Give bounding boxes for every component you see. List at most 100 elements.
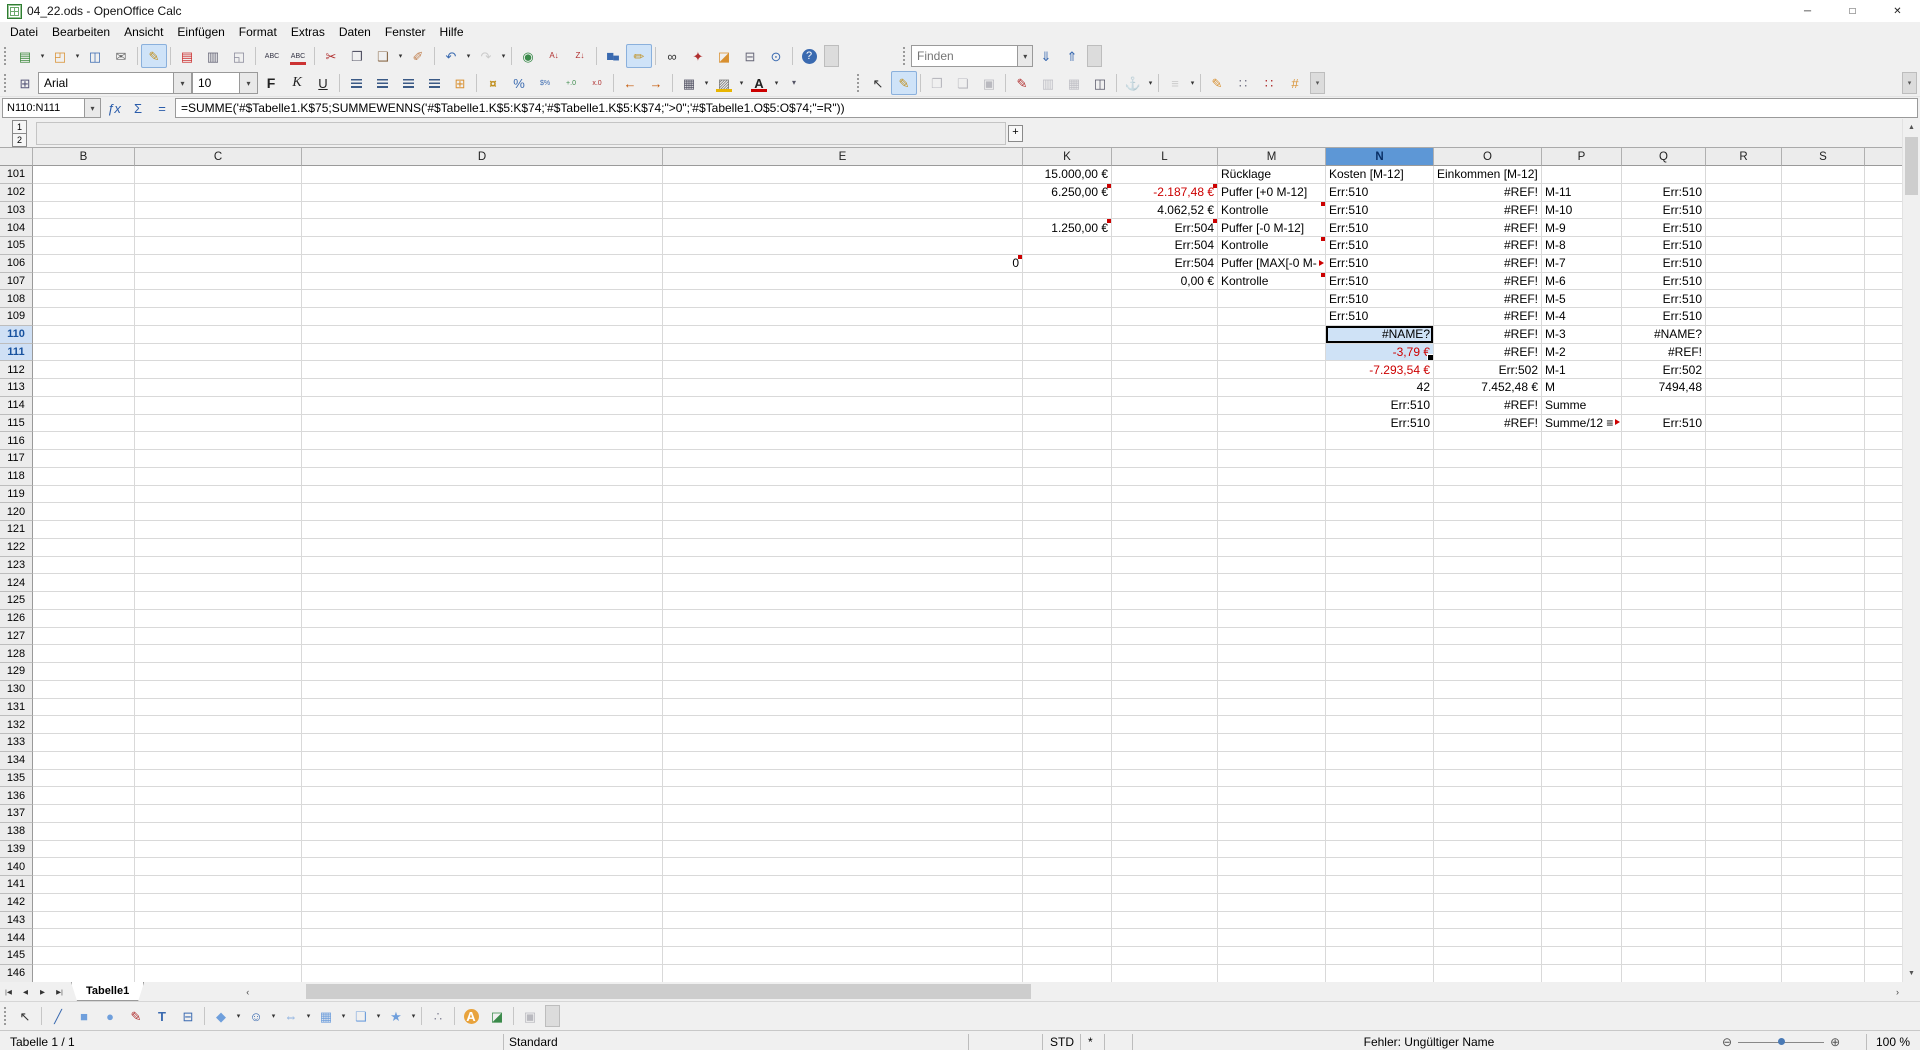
cell-O135[interactable]: [1434, 770, 1542, 788]
font-name-dropdown-icon[interactable]: ▾: [173, 73, 191, 93]
cell-N125[interactable]: [1326, 592, 1434, 610]
cell-Q141[interactable]: [1622, 876, 1706, 894]
cell-S142[interactable]: [1782, 894, 1865, 912]
align-center-button[interactable]: [369, 71, 395, 95]
cell-E129[interactable]: [663, 663, 1023, 681]
cell-P119[interactable]: [1542, 486, 1622, 504]
row-header-139[interactable]: 139: [0, 841, 33, 859]
text-button[interactable]: T: [149, 1004, 175, 1028]
cell-L142[interactable]: [1112, 894, 1218, 912]
cell-B114[interactable]: [33, 397, 135, 415]
cell-T138[interactable]: [1865, 823, 1903, 841]
snap-to-grid-button[interactable]: ∷: [1256, 71, 1282, 95]
cell-P135[interactable]: [1542, 770, 1622, 788]
cell-Q114[interactable]: [1622, 397, 1706, 415]
data-sources-button[interactable]: ⊟: [737, 44, 763, 68]
cell-N104[interactable]: Err:510: [1326, 219, 1434, 237]
cell-T130[interactable]: [1865, 681, 1903, 699]
cell-E111[interactable]: [663, 344, 1023, 362]
cell-E132[interactable]: [663, 716, 1023, 734]
cell-M143[interactable]: [1218, 912, 1326, 930]
toolbar-overflow-button[interactable]: [824, 45, 839, 67]
cell-Q104[interactable]: Err:510: [1622, 219, 1706, 237]
row-header-135[interactable]: 135: [0, 770, 33, 788]
row-header-134[interactable]: 134: [0, 752, 33, 770]
cell-N117[interactable]: [1326, 450, 1434, 468]
cell-D139[interactable]: [302, 841, 663, 859]
cell-P102[interactable]: M-11: [1542, 184, 1622, 202]
cell-E117[interactable]: [663, 450, 1023, 468]
cell-S145[interactable]: [1782, 947, 1865, 965]
cell-T133[interactable]: [1865, 734, 1903, 752]
cell-K129[interactable]: [1023, 663, 1112, 681]
cell-K141[interactable]: [1023, 876, 1112, 894]
cell-N127[interactable]: [1326, 628, 1434, 646]
cell-P134[interactable]: [1542, 752, 1622, 770]
row-header-115[interactable]: 115: [0, 415, 33, 433]
cell-T140[interactable]: [1865, 858, 1903, 876]
cell-S101[interactable]: [1782, 166, 1865, 184]
align-objects-dropdown-icon[interactable]: ▾: [1188, 79, 1197, 87]
cell-Q130[interactable]: [1622, 681, 1706, 699]
cell-T108[interactable]: [1865, 290, 1903, 308]
cell-Q118[interactable]: [1622, 468, 1706, 486]
cell-M136[interactable]: [1218, 787, 1326, 805]
cell-B134[interactable]: [33, 752, 135, 770]
row-header-144[interactable]: 144: [0, 929, 33, 947]
cell-D138[interactable]: [302, 823, 663, 841]
cell-R103[interactable]: [1706, 202, 1782, 220]
cell-C110[interactable]: [135, 326, 302, 344]
zoom-slider-thumb[interactable]: [1778, 1038, 1785, 1045]
cell-P145[interactable]: [1542, 947, 1622, 965]
cell-E119[interactable]: [663, 486, 1023, 504]
next-sheet-button[interactable]: ▶: [34, 983, 51, 1000]
row-header-140[interactable]: 140: [0, 858, 33, 876]
cell-M110[interactable]: [1218, 326, 1326, 344]
cell-Q138[interactable]: [1622, 823, 1706, 841]
cell-O146[interactable]: [1434, 965, 1542, 982]
cell-D146[interactable]: [302, 965, 663, 982]
cell-E102[interactable]: [663, 184, 1023, 202]
cell-P146[interactable]: [1542, 965, 1622, 982]
cell-P137[interactable]: [1542, 805, 1622, 823]
cell-C107[interactable]: [135, 273, 302, 291]
cell-Q128[interactable]: [1622, 645, 1706, 663]
cell-T121[interactable]: [1865, 521, 1903, 539]
cell-B101[interactable]: [33, 166, 135, 184]
cell-Q121[interactable]: [1622, 521, 1706, 539]
scroll-down-icon[interactable]: ▼: [1903, 965, 1920, 982]
cell-P101[interactable]: [1542, 166, 1622, 184]
cell-N111[interactable]: -3,79 €: [1326, 344, 1434, 362]
cell-E131[interactable]: [663, 699, 1023, 717]
cell-M119[interactable]: [1218, 486, 1326, 504]
cell-D122[interactable]: [302, 539, 663, 557]
cell-S107[interactable]: [1782, 273, 1865, 291]
cell-S144[interactable]: [1782, 929, 1865, 947]
cell-C126[interactable]: [135, 610, 302, 628]
cell-C125[interactable]: [135, 592, 302, 610]
cell-B103[interactable]: [33, 202, 135, 220]
cell-E107[interactable]: [663, 273, 1023, 291]
cell-M105[interactable]: Kontrolle: [1218, 237, 1326, 255]
cell-P129[interactable]: [1542, 663, 1622, 681]
cell-O117[interactable]: [1434, 450, 1542, 468]
cell-C132[interactable]: [135, 716, 302, 734]
underline-button[interactable]: U: [310, 71, 336, 95]
cell-M109[interactable]: [1218, 308, 1326, 326]
cell-B107[interactable]: [33, 273, 135, 291]
cell-P109[interactable]: M-4: [1542, 308, 1622, 326]
select-button[interactable]: ↖: [12, 1004, 38, 1028]
cell-S116[interactable]: [1782, 432, 1865, 450]
cell-N145[interactable]: [1326, 947, 1434, 965]
cell-K111[interactable]: [1023, 344, 1112, 362]
cell-K125[interactable]: [1023, 592, 1112, 610]
cell-B142[interactable]: [33, 894, 135, 912]
toolbar-grip[interactable]: [3, 74, 8, 92]
cell-B136[interactable]: [33, 787, 135, 805]
cell-R116[interactable]: [1706, 432, 1782, 450]
cell-E101[interactable]: [663, 166, 1023, 184]
cell-P103[interactable]: M-10: [1542, 202, 1622, 220]
cell-N133[interactable]: [1326, 734, 1434, 752]
cell-N137[interactable]: [1326, 805, 1434, 823]
cell-Q135[interactable]: [1622, 770, 1706, 788]
